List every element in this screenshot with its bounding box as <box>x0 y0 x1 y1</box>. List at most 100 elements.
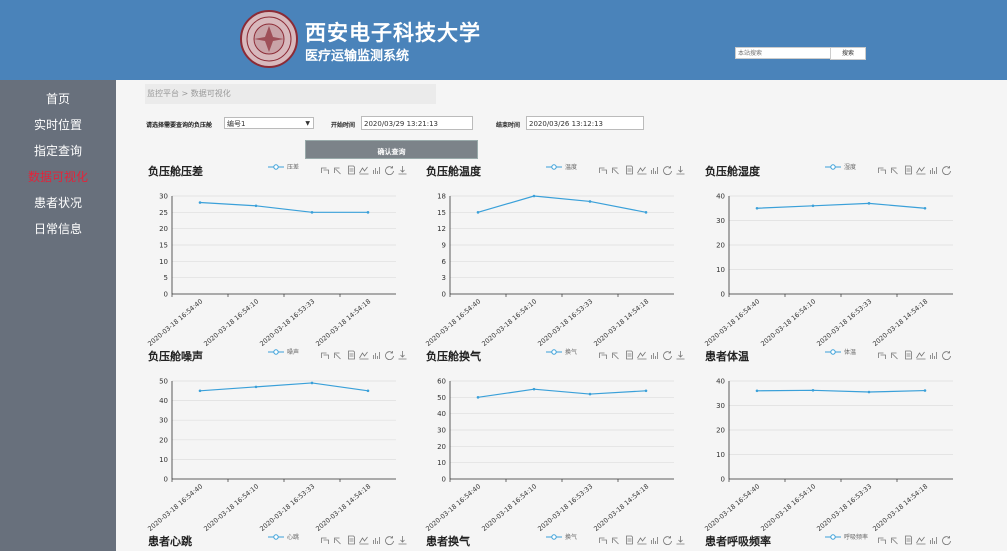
zoom-reset-icon[interactable] <box>609 350 622 360</box>
zoom-icon[interactable] <box>318 350 331 360</box>
zoom-icon[interactable] <box>596 350 609 360</box>
legend-marker-icon <box>825 163 841 170</box>
chart-toolbox <box>596 535 687 545</box>
end-time-input[interactable]: 2020/03/26 13:12:13 <box>526 116 644 130</box>
sidebar-item-query[interactable]: 指定查询 <box>0 142 116 159</box>
zoom-reset-icon[interactable] <box>331 535 344 545</box>
y-tick-label: 30 <box>437 427 446 435</box>
bar-switch-icon[interactable] <box>927 165 940 175</box>
download-icon[interactable] <box>396 165 409 175</box>
restore-icon[interactable] <box>383 165 396 175</box>
line-switch-icon[interactable] <box>635 350 648 360</box>
line-switch-icon[interactable] <box>357 165 370 175</box>
sidebar-item-realtime-location[interactable]: 实时位置 <box>0 116 116 133</box>
line-switch-icon[interactable] <box>357 535 370 545</box>
download-icon[interactable] <box>674 165 687 175</box>
zoom-icon[interactable] <box>875 535 888 545</box>
data-view-icon[interactable] <box>901 535 914 545</box>
data-view-icon[interactable] <box>344 165 357 175</box>
data-view-icon[interactable] <box>344 350 357 360</box>
cabin-select[interactable]: 编号1 ▼ <box>224 117 314 129</box>
data-point <box>644 389 648 393</box>
bar-switch-icon[interactable] <box>370 535 383 545</box>
x-tick-label: 2020-03-18 14:54:18 <box>314 482 372 533</box>
chart-legend[interactable]: 心跳 <box>268 532 299 541</box>
y-tick-label: 10 <box>159 258 168 266</box>
restore-icon[interactable] <box>661 350 674 360</box>
legend-marker-icon <box>546 348 562 355</box>
y-tick-label: 9 <box>442 242 446 250</box>
search-button[interactable]: 搜索 <box>830 47 866 60</box>
sidebar-item-patient-status[interactable]: 患者状况 <box>0 194 116 211</box>
download-icon[interactable] <box>674 350 687 360</box>
restore-icon[interactable] <box>940 350 953 360</box>
zoom-reset-icon[interactable] <box>331 165 344 175</box>
x-tick-label: 2020-03-18 16:53:33 <box>258 482 316 533</box>
line-switch-icon[interactable] <box>357 350 370 360</box>
zoom-reset-icon[interactable] <box>609 535 622 545</box>
confirm-query-button[interactable]: 确认查询 <box>305 140 478 159</box>
chart-legend[interactable]: 湿度 <box>825 162 856 171</box>
zoom-icon[interactable] <box>596 535 609 545</box>
zoom-icon[interactable] <box>596 165 609 175</box>
zoom-icon[interactable] <box>875 165 888 175</box>
data-view-icon[interactable] <box>901 350 914 360</box>
bar-switch-icon[interactable] <box>927 535 940 545</box>
site-search-input[interactable] <box>735 47 834 59</box>
data-view-icon[interactable] <box>622 535 635 545</box>
data-view-icon[interactable] <box>901 165 914 175</box>
chart-legend[interactable]: 温度 <box>546 162 577 171</box>
line-switch-icon[interactable] <box>635 535 648 545</box>
download-icon[interactable] <box>396 350 409 360</box>
app-header: 西安电子科技大学 医疗运输监测系统 搜索 <box>0 0 1007 80</box>
data-view-icon[interactable] <box>344 535 357 545</box>
data-point <box>644 211 648 214</box>
y-tick-label: 12 <box>437 225 446 233</box>
x-tick-label: 2020-03-18 16:53:33 <box>815 482 873 533</box>
start-time-input[interactable]: 2020/03/29 13:21:13 <box>361 116 473 130</box>
zoom-icon[interactable] <box>875 350 888 360</box>
breadcrumb: 监控平台 > 数据可视化 <box>145 84 436 104</box>
zoom-reset-icon[interactable] <box>888 350 901 360</box>
bar-switch-icon[interactable] <box>370 165 383 175</box>
legend-marker-icon <box>546 163 562 170</box>
y-tick-label: 10 <box>716 266 725 274</box>
zoom-reset-icon[interactable] <box>609 165 622 175</box>
zoom-reset-icon[interactable] <box>888 535 901 545</box>
chart-legend[interactable]: 换气 <box>546 347 577 356</box>
download-icon[interactable] <box>396 535 409 545</box>
line-switch-icon[interactable] <box>914 350 927 360</box>
chart-legend[interactable]: 压差 <box>268 162 299 171</box>
sidebar-item-home[interactable]: 首页 <box>0 90 116 107</box>
chart-legend[interactable]: 体温 <box>825 347 856 356</box>
bar-switch-icon[interactable] <box>648 165 661 175</box>
bar-switch-icon[interactable] <box>648 535 661 545</box>
restore-icon[interactable] <box>940 535 953 545</box>
restore-icon[interactable] <box>661 535 674 545</box>
data-view-icon[interactable] <box>622 350 635 360</box>
zoom-reset-icon[interactable] <box>331 350 344 360</box>
bar-switch-icon[interactable] <box>927 350 940 360</box>
legend-label: 湿度 <box>844 164 857 171</box>
bar-switch-icon[interactable] <box>370 350 383 360</box>
chart-legend[interactable]: 换气 <box>546 532 577 541</box>
chart-legend[interactable]: 呼吸频率 <box>825 532 868 541</box>
zoom-icon[interactable] <box>318 535 331 545</box>
chart-legend[interactable]: 噪声 <box>268 347 299 356</box>
line-switch-icon[interactable] <box>914 165 927 175</box>
bar-switch-icon[interactable] <box>648 350 661 360</box>
x-tick-label: 2020-03-18 16:54:40 <box>424 482 482 533</box>
sidebar-item-visualization[interactable]: 数据可视化 <box>0 168 116 185</box>
restore-icon[interactable] <box>383 350 396 360</box>
zoom-reset-icon[interactable] <box>888 165 901 175</box>
download-icon[interactable] <box>674 535 687 545</box>
line-switch-icon[interactable] <box>914 535 927 545</box>
zoom-icon[interactable] <box>318 165 331 175</box>
data-point <box>366 389 370 393</box>
restore-icon[interactable] <box>661 165 674 175</box>
line-switch-icon[interactable] <box>635 165 648 175</box>
data-view-icon[interactable] <box>622 165 635 175</box>
restore-icon[interactable] <box>383 535 396 545</box>
restore-icon[interactable] <box>940 165 953 175</box>
sidebar-item-daily-info[interactable]: 日常信息 <box>0 220 116 237</box>
